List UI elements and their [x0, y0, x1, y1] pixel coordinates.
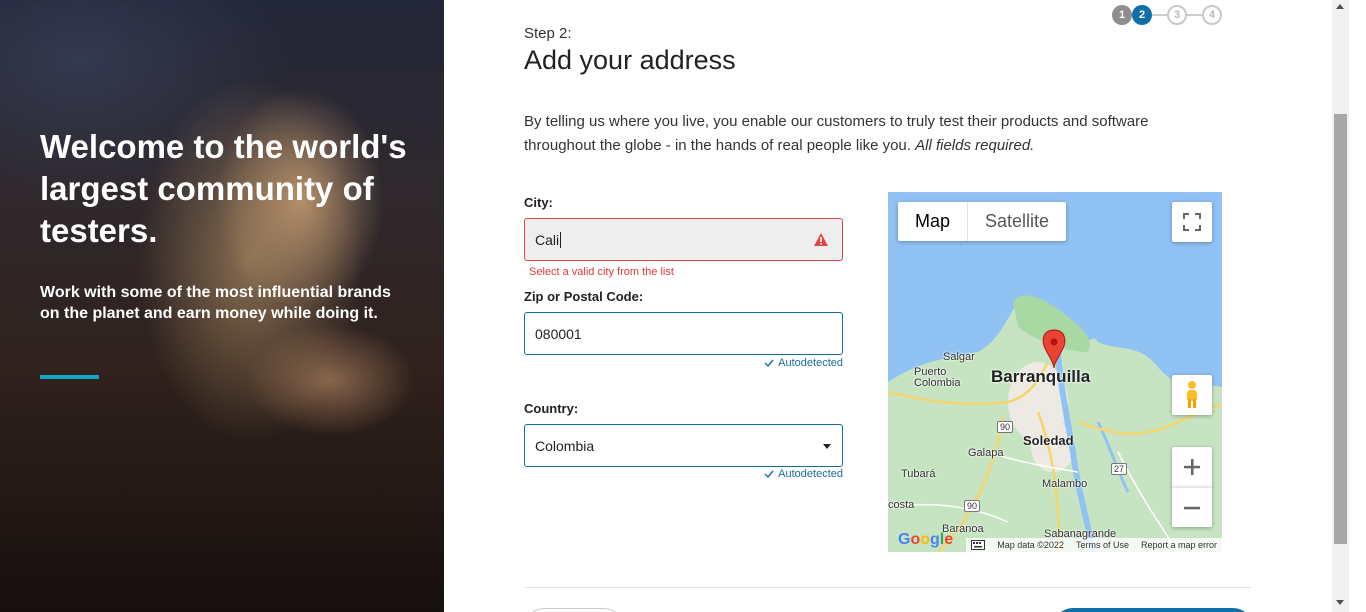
country-autodetected: Autodetected	[764, 468, 843, 480]
check-icon	[764, 359, 774, 367]
scroll-thumb[interactable]	[1334, 114, 1347, 544]
road-badge: 90	[964, 500, 981, 512]
page-title: Add your address	[524, 45, 736, 75]
signup-page: Welcome to the world's largest community…	[0, 0, 1366, 612]
zip-input[interactable]: 080001	[524, 312, 843, 355]
map-label-barranquilla: Barranquilla	[991, 367, 1091, 386]
map-label-salgar: Salgar	[943, 351, 975, 363]
map-label-sabanagrande: Sabanagrande	[1044, 528, 1117, 540]
pegman-icon	[1187, 381, 1197, 408]
step-indicator: 1 2 3 4	[1112, 5, 1222, 25]
step-label: Step 2:	[524, 25, 572, 42]
text-caret	[560, 231, 562, 248]
intro-text: By telling us where you live, you enable…	[524, 110, 1224, 158]
keyboard-icon[interactable]	[971, 540, 986, 550]
country-autodetected-label: Autodetected	[778, 468, 843, 480]
street-view-button[interactable]	[1172, 375, 1212, 415]
step-3: 3	[1167, 5, 1187, 25]
road-badge: 27	[1111, 463, 1128, 475]
step-1: 1	[1112, 5, 1132, 25]
step-connector	[1187, 14, 1202, 16]
step-4: 4	[1202, 5, 1222, 25]
map-label-galapa: Galapa	[968, 447, 1004, 459]
zip-autodetected-label: Autodetected	[778, 357, 843, 369]
city-input[interactable]: Cali	[524, 218, 843, 261]
hero-title: Welcome to the world's largest community…	[40, 128, 407, 249]
zip-label: Zip or Postal Code:	[524, 289, 644, 304]
intro-body: By telling us where you live, you enable…	[524, 113, 1149, 154]
map-type-satellite[interactable]: Satellite	[968, 202, 1066, 241]
road-badge: 90	[997, 421, 1014, 433]
intro-emphasis: All fields required.	[915, 137, 1035, 154]
warning-icon	[814, 233, 828, 246]
report-map-error-link[interactable]: Report a map error	[1141, 540, 1217, 550]
zoom-out-icon	[1184, 506, 1200, 509]
fullscreen-button[interactable]	[1172, 202, 1212, 242]
map-attribution: Map data ©2022 Terms of Use Report a map…	[966, 538, 1222, 552]
scroll-down-icon[interactable]	[1336, 600, 1344, 605]
google-logo[interactable]: Google	[898, 531, 953, 549]
zip-autodetected: Autodetected	[764, 357, 843, 369]
zip-input-value: 080001	[535, 325, 582, 342]
scroll-up-icon[interactable]	[1336, 4, 1344, 9]
step-2: 2	[1132, 5, 1152, 25]
country-select-value: Colombia	[535, 437, 595, 454]
map-label-soledad: Soledad	[1023, 433, 1074, 448]
fullscreen-icon	[1183, 213, 1201, 231]
city-error-message: Select a valid city from the list	[529, 266, 674, 278]
terms-of-use-link[interactable]: Terms of Use	[1076, 540, 1129, 550]
zoom-out-button[interactable]	[1172, 487, 1212, 527]
back-button[interactable]	[524, 608, 624, 612]
city-input-value: Cali	[535, 231, 560, 248]
map-data-text: Map data ©2022	[997, 540, 1064, 550]
zoom-in-icon	[1184, 459, 1200, 475]
map-label-malambo: Malambo	[1042, 478, 1088, 490]
next-button[interactable]	[1053, 608, 1253, 612]
check-icon	[764, 470, 774, 478]
zoom-in-button[interactable]	[1172, 447, 1212, 487]
map-label-puerto-colombia: Puerto Colombia	[914, 366, 961, 389]
hero-subtitle: Work with some of the most influential b…	[40, 284, 391, 322]
country-label: Country:	[524, 401, 579, 416]
page-scrollbar[interactable]	[1332, 0, 1349, 612]
hero-accent-bar	[40, 375, 99, 379]
map-type-toggle: Map Satellite	[898, 202, 1067, 241]
country-select[interactable]: Colombia	[524, 424, 843, 467]
location-map[interactable]: Map Satellite Salgar Puerto Colombia Bar…	[888, 192, 1222, 552]
map-type-map[interactable]: Map	[898, 202, 969, 241]
step-connector	[1152, 14, 1167, 16]
chevron-down-icon	[823, 444, 831, 449]
hero-panel: Welcome to the world's largest community…	[0, 0, 444, 612]
map-label-tubara: Tubará	[901, 468, 936, 480]
map-label-costa: costa	[888, 499, 915, 511]
city-label: City:	[524, 195, 553, 210]
footer-divider	[524, 587, 1251, 588]
